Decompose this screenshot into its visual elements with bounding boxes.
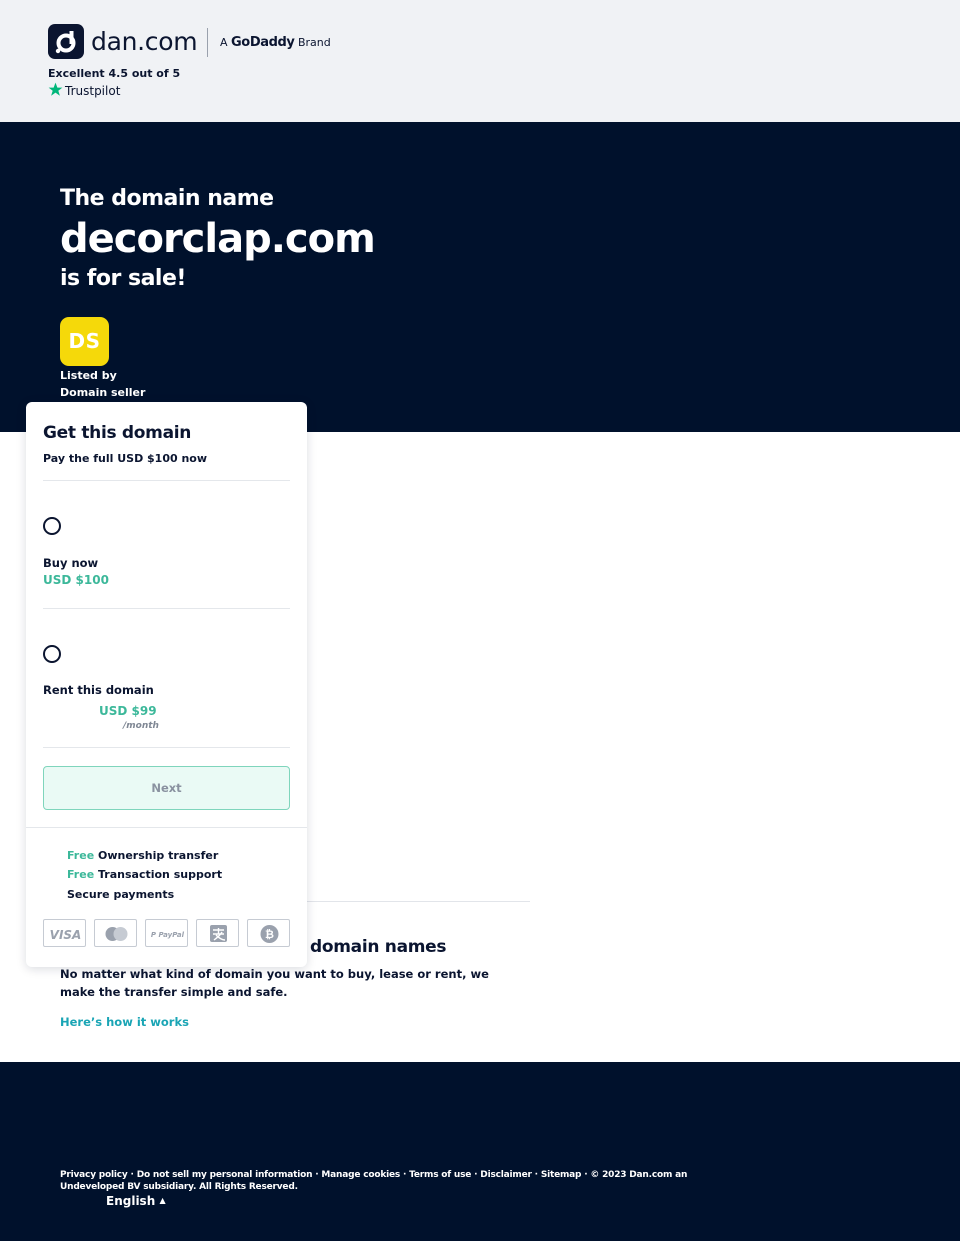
rent-label[interactable]: Rent this domain <box>43 682 154 698</box>
footer-link-do-not-sell[interactable]: Do not sell my personal information <box>137 1170 313 1180</box>
svg-text:₿: ₿ <box>265 928 274 941</box>
section-heading: domain names <box>310 937 447 957</box>
hero-intro: The domain name <box>60 186 274 211</box>
site-header: dan.com A GoDaddy Brand Excellent 4.5 ou… <box>0 0 960 122</box>
card-divider <box>43 747 290 748</box>
card-footer-divider <box>26 827 307 828</box>
next-button[interactable]: Next <box>43 766 290 810</box>
card-title: Get this domain <box>43 423 192 443</box>
seller-avatar: DS <box>60 317 109 366</box>
alipay-icon <box>196 919 239 947</box>
trustpilot-rating: Excellent 4.5 out of 5 <box>48 67 181 80</box>
seller-name: Domain seller <box>60 386 146 399</box>
card-divider <box>43 480 290 481</box>
trustpilot-label[interactable]: Trustpilot <box>65 84 120 99</box>
language-selector[interactable]: English ▲ <box>106 1193 166 1209</box>
perk-text: Ownership transfer <box>98 849 219 862</box>
godaddy-brand: A GoDaddy Brand <box>220 35 331 51</box>
mastercard-icon <box>94 919 137 947</box>
for-sale-text: is for sale! <box>60 266 186 291</box>
hero-section: The domain name decorclap.com is for sal… <box>0 122 960 432</box>
perk-free-label: Free <box>67 849 95 862</box>
section-text: No matter what kind of domain you want t… <box>60 967 489 999</box>
trustpilot-star-icon <box>48 82 63 96</box>
buy-now-label[interactable]: Buy now <box>43 555 98 571</box>
footer-link-privacy[interactable]: Privacy policy <box>60 1170 128 1180</box>
rent-radio[interactable] <box>43 645 61 663</box>
svg-text:VISA: VISA <box>50 928 82 942</box>
card-divider <box>43 608 290 609</box>
language-label: English <box>106 1194 156 1208</box>
perk-free-label: Free <box>67 868 95 881</box>
perk-text: Secure payments <box>67 888 175 901</box>
buy-now-radio[interactable] <box>43 517 61 535</box>
footer-links: Privacy policy · Do not sell my personal… <box>60 1170 688 1192</box>
footer-link-cookies[interactable]: Manage cookies <box>321 1170 400 1180</box>
footer-link-terms[interactable]: Terms of use <box>409 1170 471 1180</box>
brand-prefix: A <box>220 36 228 49</box>
perk-transaction-support: Free Transaction support <box>67 867 222 883</box>
brand-suffix: Brand <box>297 36 331 49</box>
logo-text[interactable]: dan.com <box>91 25 198 59</box>
domain-name: decorclap.com <box>60 216 376 262</box>
perk-secure-payments: Secure payments <box>67 887 174 903</box>
rent-price: USD $99 <box>99 704 157 718</box>
purchase-card: Get this domain Pay the full USD $100 no… <box>26 402 307 967</box>
site-footer: Privacy policy · Do not sell my personal… <box>0 1062 960 1241</box>
svg-text:P PayPal: P PayPal <box>151 931 185 939</box>
perk-ownership-transfer: Free Ownership transfer <box>67 848 218 864</box>
dan-logo-icon[interactable] <box>48 24 84 59</box>
paypal-icon: P PayPal <box>145 919 188 947</box>
rent-period: /month <box>123 721 159 731</box>
visa-icon: VISA <box>43 919 86 947</box>
how-it-works-link[interactable]: Here’s how it works <box>60 1014 189 1030</box>
chevron-up-icon: ▲ <box>159 1196 166 1205</box>
card-subtitle: Pay the full USD $100 now <box>43 452 208 465</box>
brand-name: GoDaddy <box>231 35 295 50</box>
listed-by-label: Listed by <box>60 369 117 382</box>
perk-text: Transaction support <box>98 868 223 881</box>
buy-now-price: USD $100 <box>43 573 109 587</box>
bitcoin-icon: ₿ <box>247 919 290 947</box>
footer-link-disclaimer[interactable]: Disclaimer <box>480 1170 532 1180</box>
logo-divider <box>207 28 208 57</box>
footer-link-sitemap[interactable]: Sitemap <box>541 1170 582 1180</box>
